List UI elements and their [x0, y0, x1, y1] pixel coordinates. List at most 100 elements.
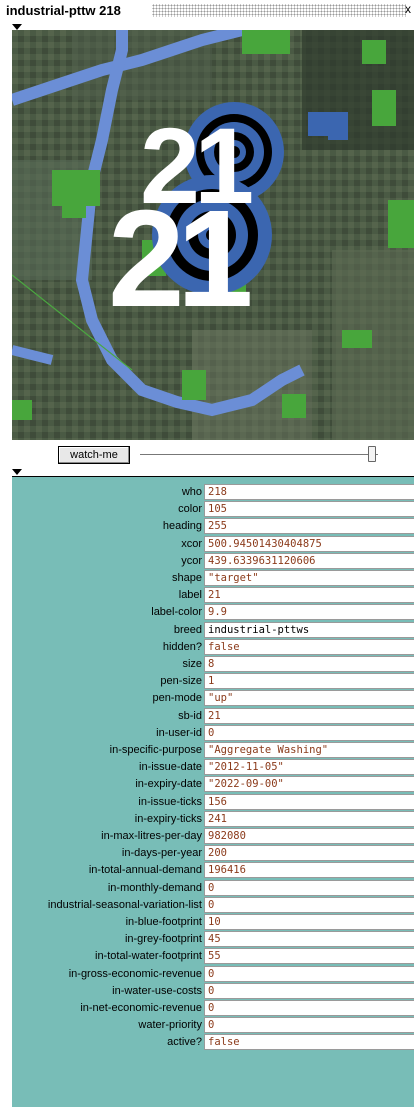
window-title: industrial-pttw 218: [6, 3, 121, 18]
variable-row-pen-size: pen-size 1: [12, 673, 414, 690]
variable-value-field[interactable]: 982080: [204, 828, 414, 844]
variable-value-field[interactable]: 0: [204, 879, 414, 896]
variable-value-field[interactable]: 8: [204, 656, 414, 672]
variable-row-in-water-use-costs: in-water-use-costs 0: [12, 982, 414, 1000]
variable-label: shape: [172, 572, 202, 584]
variable-value-field[interactable]: false: [204, 638, 414, 655]
variable-label: ycor: [181, 554, 202, 567]
variable-value-field[interactable]: false: [204, 1034, 414, 1051]
variable-row-label: label 21: [12, 587, 414, 604]
variable-value-field[interactable]: 9.9: [204, 604, 414, 621]
variable-label: pen-size: [160, 675, 202, 688]
view-control-bar: watch-me: [12, 440, 414, 466]
variable-label: industrial-seasonal-variation-list: [47, 898, 202, 911]
variable-row-hidden: hidden? false: [12, 638, 414, 656]
variable-row-in-total-annual-demand: in-total-annual-demand 196416: [12, 862, 414, 879]
variable-label: in-blue-footprint: [125, 916, 202, 928]
variable-row-color: color 105: [12, 501, 414, 518]
variable-label: in-user-id: [156, 726, 202, 739]
variable-value-field[interactable]: "Aggregate Washing": [204, 742, 414, 758]
variable-value-field[interactable]: "up": [204, 690, 414, 707]
window-title-bar[interactable]: industrial-pttw 218 x: [0, 0, 414, 22]
variable-row-in-net-economic-revenue: in-net-economic-revenue 0: [12, 1000, 414, 1017]
variable-value-field[interactable]: 0: [204, 724, 414, 741]
variable-value-field[interactable]: 105: [204, 501, 414, 518]
variable-value-field[interactable]: 1: [204, 673, 414, 690]
variable-row-sb-id: sb-id 21: [12, 707, 414, 725]
variable-row-ycor: ycor 439.6339631120606: [12, 552, 414, 570]
variable-label: active?: [167, 1036, 202, 1049]
variable-label: label: [178, 589, 202, 602]
variable-label: hidden?: [162, 640, 202, 653]
variable-value-field[interactable]: 45: [204, 931, 414, 948]
variable-value-field[interactable]: 0: [204, 1000, 414, 1016]
variable-value-field[interactable]: 10: [204, 914, 414, 930]
variable-label: water-priority: [138, 1019, 202, 1032]
variable-label: heading: [162, 520, 202, 533]
variable-value-field[interactable]: 0: [204, 965, 414, 982]
variable-label: pen-mode: [152, 692, 202, 705]
variable-value-field[interactable]: 200: [204, 845, 414, 862]
variable-value-field[interactable]: 241: [204, 810, 414, 827]
variable-value-field[interactable]: 21: [204, 707, 414, 724]
variable-row-in-gross-economic-revenue: in-gross-economic-revenue 0: [12, 965, 414, 983]
variable-value-field[interactable]: 439.6339631120606: [204, 552, 414, 569]
variable-label: in-issue-date: [139, 761, 202, 774]
variable-value-field[interactable]: 0: [204, 896, 414, 913]
variable-row-in-user-id: in-user-id 0: [12, 724, 414, 742]
variable-label: label-color: [151, 606, 202, 619]
variable-row-in-issue-ticks: in-issue-ticks 156: [12, 793, 414, 811]
variable-value-field[interactable]: 156: [204, 793, 414, 810]
variable-value-field[interactable]: 0: [204, 982, 414, 999]
agent-view[interactable]: 21 21: [12, 30, 414, 440]
variable-row-in-expiry-ticks: in-expiry-ticks 241: [12, 810, 414, 828]
variable-value-field[interactable]: 0: [204, 1017, 414, 1034]
agent-variables-panel: who 218 color 105 heading 255 xcor 500.94501430…: [12, 477, 414, 1107]
variable-label: in-max-litres-per-day: [101, 830, 202, 842]
variable-row-in-days-per-year: in-days-per-year 200: [12, 845, 414, 862]
agent-label-selected: 21: [108, 182, 253, 336]
variable-row-label-color: label-color 9.9: [12, 604, 414, 621]
variable-label: color: [178, 503, 202, 516]
variable-label: in-days-per-year: [121, 847, 202, 860]
variable-row-shape: shape "target": [12, 570, 414, 587]
variable-value-field[interactable]: 55: [204, 948, 414, 965]
variable-value-field[interactable]: "2012-11-05": [204, 759, 414, 776]
variable-row-in-expiry-date: in-expiry-date "2022-09-00": [12, 776, 414, 793]
variable-row-active: active? false: [12, 1034, 414, 1051]
variable-value-field[interactable]: 500.94501430404875: [204, 535, 414, 552]
close-icon[interactable]: x: [405, 2, 411, 16]
variable-label: breed: [173, 623, 202, 636]
collapse-variables-triangle-icon[interactable]: [12, 469, 22, 475]
variable-label: in-grey-footprint: [124, 933, 202, 946]
variable-label: in-expiry-date: [135, 778, 202, 791]
variable-label: in-total-water-footprint: [95, 950, 202, 963]
variable-label: in-monthly-demand: [107, 881, 202, 894]
variable-value-field[interactable]: "target": [204, 570, 414, 586]
variable-label: in-expiry-ticks: [134, 812, 202, 825]
variable-row-heading: heading 255: [12, 518, 414, 535]
variable-value-field[interactable]: 218: [204, 484, 414, 500]
watch-me-button[interactable]: watch-me: [58, 446, 130, 464]
variable-label: sb-id: [178, 709, 202, 722]
variable-row-in-issue-date: in-issue-date "2012-11-05": [12, 759, 414, 776]
variable-value-field[interactable]: 196416: [204, 862, 414, 879]
variable-label: in-issue-ticks: [138, 795, 202, 808]
variable-value-field[interactable]: 21: [204, 587, 414, 604]
variable-row-size: size 8: [12, 656, 414, 673]
variable-value-field[interactable]: industrial-pttws: [204, 621, 414, 638]
zoom-slider-handle[interactable]: [368, 446, 376, 462]
zoom-slider-track[interactable]: [140, 454, 378, 455]
variable-row-in-monthly-demand: in-monthly-demand 0: [12, 879, 414, 897]
variable-label: in-total-annual-demand: [88, 864, 202, 877]
variable-row-in-blue-footprint: in-blue-footprint 10: [12, 914, 414, 931]
variable-row-xcor: xcor 500.94501430404875: [12, 535, 414, 553]
variable-row-in-specific-purpose: in-specific-purpose "Aggregate Washing": [12, 742, 414, 759]
variable-value-field[interactable]: "2022-09-00": [204, 776, 414, 793]
variable-label: in-water-use-costs: [112, 984, 202, 997]
variable-row-water-priority: water-priority 0: [12, 1017, 414, 1034]
variable-value-field[interactable]: 255: [204, 518, 414, 535]
variable-row-breed: breed industrial-pttws: [12, 621, 414, 639]
variable-row-in-max-litres-per-day: in-max-litres-per-day 982080: [12, 828, 414, 845]
variable-label: in-gross-economic-revenue: [68, 967, 202, 980]
